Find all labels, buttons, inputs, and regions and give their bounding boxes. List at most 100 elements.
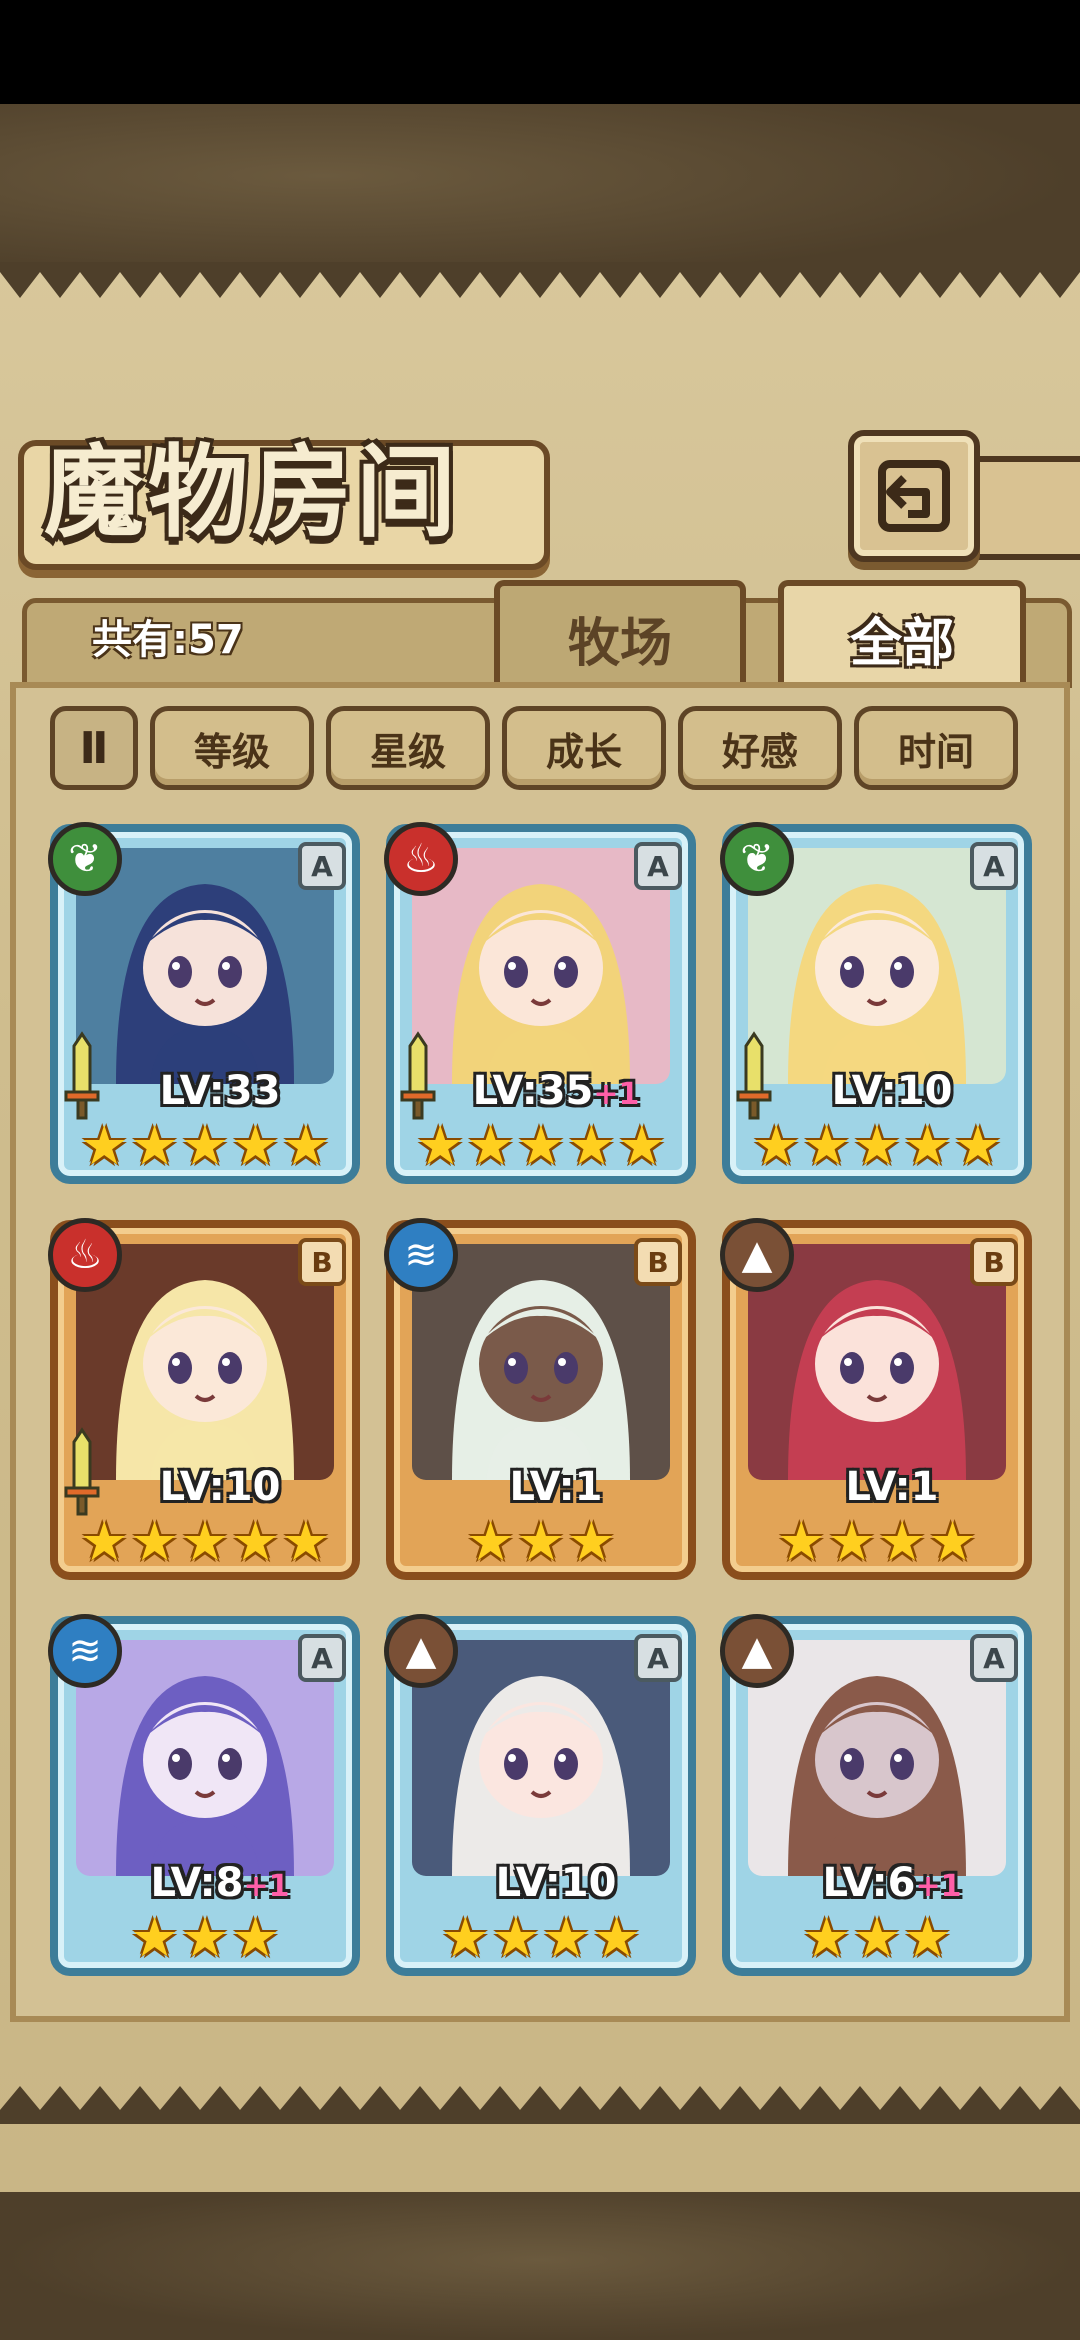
monster-portrait xyxy=(412,1244,670,1480)
star-icon: ★ xyxy=(592,1906,641,1969)
page-title: 魔物房间 xyxy=(44,433,460,551)
sort-star-button[interactable]: 星级 xyxy=(326,706,490,790)
sort-affection-button[interactable]: 好感 xyxy=(678,706,842,790)
map-background-bottom xyxy=(0,2180,1080,2340)
monster-card[interactable]: A ▲ LV:10 ★ ★ ★ ★ xyxy=(384,1614,696,1976)
monster-card[interactable]: A ♨ LV:35+1 ★ ★ ★ ★ ★ xyxy=(384,822,696,1184)
back-button[interactable] xyxy=(848,430,980,562)
monster-portrait xyxy=(748,1640,1006,1876)
monster-level: LV:8+1 xyxy=(120,1860,320,1910)
star-icon: ★ xyxy=(415,1114,465,1177)
zigzag-border-top xyxy=(0,262,1080,298)
star-rating: ★ ★ ★ xyxy=(70,1908,340,1968)
tab-all[interactable]: 全部 xyxy=(778,580,1026,690)
star-icon: ★ xyxy=(852,1114,902,1177)
star-rating: ★ ★ ★ xyxy=(742,1908,1012,1968)
star-icon: ★ xyxy=(777,1510,826,1573)
level-bonus: +1 xyxy=(243,1869,290,1904)
mountain-icon: ▲ xyxy=(720,1614,794,1688)
star-icon: ★ xyxy=(903,1906,952,1969)
level-text: LV:33 xyxy=(159,1068,281,1114)
monster-portrait xyxy=(412,1640,670,1876)
monster-portrait xyxy=(76,848,334,1084)
monster-card[interactable]: B ▲ LV:1 ★ ★ ★ ★ xyxy=(720,1218,1032,1580)
level-text: LV:10 xyxy=(159,1464,281,1510)
star-icon: ★ xyxy=(466,1114,515,1177)
rank-badge: B xyxy=(298,1238,346,1286)
mountain-icon: ▲ xyxy=(384,1614,458,1688)
star-icon: ★ xyxy=(516,1510,566,1573)
star-icon: ★ xyxy=(180,1114,230,1177)
star-icon: ★ xyxy=(878,1510,927,1573)
level-text: LV:35 xyxy=(472,1068,594,1114)
monster-portrait xyxy=(76,1244,334,1480)
star-icon: ★ xyxy=(491,1906,540,1969)
level-bonus: +1 xyxy=(915,1869,962,1904)
monster-level: LV:33 xyxy=(120,1068,320,1118)
sword-icon xyxy=(400,1031,436,1120)
rank-badge: A xyxy=(634,842,682,890)
monster-portrait xyxy=(76,1640,334,1876)
monster-card[interactable]: B ♨ LV:10 ★ ★ ★ ★ ★ xyxy=(48,1218,360,1580)
monster-level: LV:1 xyxy=(792,1464,992,1514)
water-icon: ≋ xyxy=(48,1614,122,1688)
monster-level: LV:10 xyxy=(792,1068,992,1118)
star-icon: ★ xyxy=(466,1510,515,1573)
sort-order-toggle[interactable]: Ⅱ xyxy=(50,706,138,790)
monster-level: LV:6+1 xyxy=(792,1860,992,1910)
star-icon: ★ xyxy=(567,1510,616,1573)
star-rating: ★ ★ ★ ★ ★ xyxy=(70,1512,340,1572)
monster-card[interactable]: A ≋ LV:8+1 ★ ★ ★ xyxy=(48,1614,360,1976)
leaf-icon: ❦ xyxy=(48,822,122,896)
rank-badge: B xyxy=(634,1238,682,1286)
map-background-top xyxy=(0,104,1080,284)
star-rating: ★ ★ ★ ★ ★ xyxy=(70,1116,340,1176)
sort-level-button[interactable]: 等级 xyxy=(150,706,314,790)
star-icon: ★ xyxy=(231,1906,280,1969)
monster-level: LV:10 xyxy=(120,1464,320,1514)
star-icon: ★ xyxy=(231,1510,280,1573)
monster-card[interactable]: B ≋ LV:1 ★ ★ ★ xyxy=(384,1218,696,1580)
flame-icon: ♨ xyxy=(384,822,458,896)
status-bar xyxy=(0,0,1080,104)
level-text: LV:8 xyxy=(150,1860,244,1906)
level-text: LV:10 xyxy=(495,1860,617,1906)
star-icon: ★ xyxy=(802,1906,851,1969)
star-icon: ★ xyxy=(281,1114,331,1177)
monster-portrait xyxy=(412,848,670,1084)
leaf-icon: ❦ xyxy=(720,822,794,896)
monster-portrait xyxy=(748,1244,1006,1480)
star-icon: ★ xyxy=(827,1510,876,1573)
monster-card[interactable]: A ▲ LV:6+1 ★ ★ ★ xyxy=(720,1614,1032,1976)
rank-badge: A xyxy=(970,1634,1018,1682)
rank-badge: A xyxy=(298,842,346,890)
star-icon: ★ xyxy=(180,1906,230,1969)
back-arrow-icon xyxy=(878,460,950,532)
water-icon: ≋ xyxy=(384,1218,458,1292)
flame-icon: ♨ xyxy=(48,1218,122,1292)
monster-card[interactable]: A ❦ LV:33 ★ ★ ★ ★ ★ xyxy=(48,822,360,1184)
tab-ranch[interactable]: 牧场 xyxy=(494,580,746,690)
rank-badge: A xyxy=(298,1634,346,1682)
star-icon: ★ xyxy=(751,1114,801,1177)
star-rating: ★ ★ ★ ★ xyxy=(742,1512,1012,1572)
star-icon: ★ xyxy=(852,1906,902,1969)
monster-level: LV:35+1 xyxy=(456,1068,656,1118)
star-icon: ★ xyxy=(130,1906,179,1969)
star-icon: ★ xyxy=(231,1114,280,1177)
star-icon: ★ xyxy=(441,1906,490,1969)
sort-time-button[interactable]: 时间 xyxy=(854,706,1018,790)
star-icon: ★ xyxy=(516,1114,566,1177)
monster-level: LV:10 xyxy=(456,1860,656,1910)
monster-card[interactable]: A ❦ LV:10 ★ ★ ★ ★ ★ xyxy=(720,822,1032,1184)
sword-icon xyxy=(64,1427,100,1516)
star-icon: ★ xyxy=(567,1114,616,1177)
level-text: LV:1 xyxy=(845,1464,939,1510)
sort-growth-button[interactable]: 成长 xyxy=(502,706,666,790)
rank-badge: B xyxy=(970,1238,1018,1286)
level-text: LV:6 xyxy=(822,1860,916,1906)
star-rating: ★ ★ ★ ★ xyxy=(406,1908,676,1968)
level-text: LV:1 xyxy=(509,1464,603,1510)
monster-portrait xyxy=(748,848,1006,1084)
star-icon: ★ xyxy=(130,1114,179,1177)
